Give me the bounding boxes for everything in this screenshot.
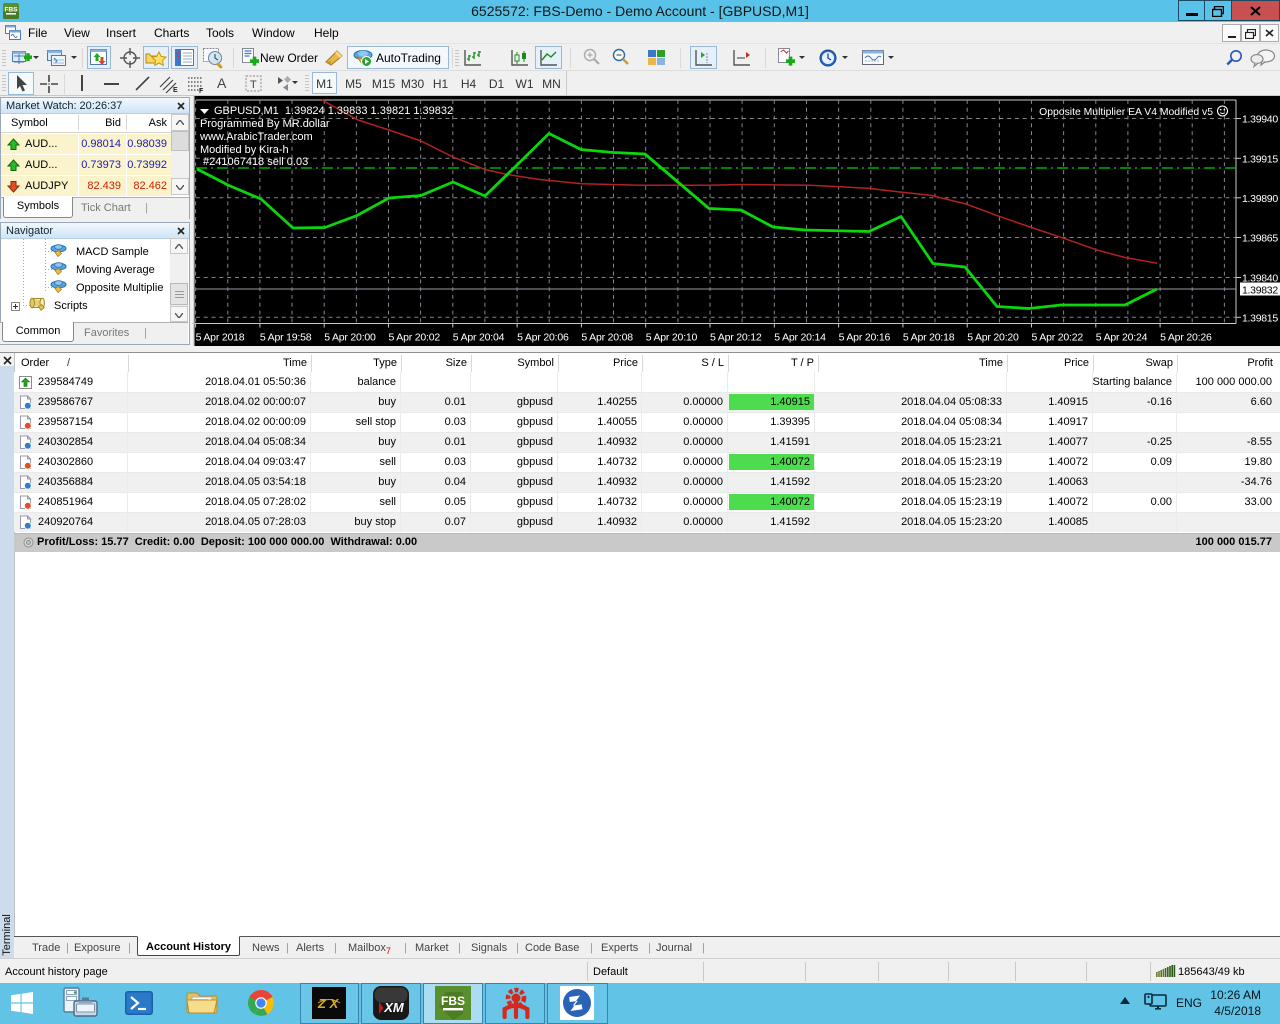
svg-text:5 Apr 20:18: 5 Apr 20:18	[903, 332, 955, 344]
svg-text:5 Apr 20:12: 5 Apr 20:12	[710, 332, 762, 344]
svg-text:1.39815: 1.39815	[1242, 312, 1278, 324]
svg-text:5 Apr 19:58: 5 Apr 19:58	[260, 332, 312, 344]
svg-text:5 Apr 20:02: 5 Apr 20:02	[389, 332, 441, 344]
svg-text:FBS: FBS	[441, 994, 465, 1008]
svg-text:5 Apr 20:00: 5 Apr 20:00	[324, 332, 376, 344]
svg-text:Opposite Multiplier EA V4 Modi: Opposite Multiplier EA V4 Modified v5	[1039, 107, 1213, 118]
svg-text:Z: Z	[317, 996, 327, 1011]
svg-text:1.39915: 1.39915	[1242, 153, 1278, 165]
svg-text:T: T	[250, 79, 257, 91]
svg-text:www.ArabicTrader.com: www.ArabicTrader.com	[199, 131, 313, 143]
svg-text:1.39832: 1.39832	[1242, 285, 1278, 297]
svg-text:5 Apr 20:04: 5 Apr 20:04	[453, 332, 505, 344]
svg-text:XM: XM	[383, 1000, 405, 1015]
svg-text:Modified by Kira-h: Modified by Kira-h	[200, 144, 289, 156]
svg-text:1.39940: 1.39940	[1242, 114, 1278, 126]
svg-text:5 Apr 20:06: 5 Apr 20:06	[517, 332, 569, 344]
svg-text:5 Apr 20:22: 5 Apr 20:22	[1032, 332, 1084, 344]
svg-text:5 Apr 20:20: 5 Apr 20:20	[967, 332, 1019, 344]
svg-text:5 Apr 20:08: 5 Apr 20:08	[581, 332, 633, 344]
svg-text:1.39890: 1.39890	[1242, 193, 1278, 205]
svg-text:X: X	[329, 996, 340, 1011]
svg-text:1.39865: 1.39865	[1242, 233, 1278, 245]
svg-text:5 Apr 2018: 5 Apr 2018	[196, 332, 245, 344]
svg-text:5 Apr 20:16: 5 Apr 20:16	[839, 332, 891, 344]
svg-text:5 Apr 20:14: 5 Apr 20:14	[774, 332, 826, 344]
svg-text:#241067418 sell 0.03: #241067418 sell 0.03	[203, 156, 308, 168]
svg-text:5 Apr 20:24: 5 Apr 20:24	[1096, 332, 1148, 344]
svg-text:F: F	[199, 88, 204, 94]
svg-text:Programmed By MR.dollar: Programmed By MR.dollar	[200, 118, 330, 130]
svg-text:E: E	[173, 87, 178, 94]
svg-text:5 Apr 20:10: 5 Apr 20:10	[646, 332, 698, 344]
svg-text:5 Apr 20:26: 5 Apr 20:26	[1160, 332, 1212, 344]
svg-text:GBPUSD,M1 1.39824 1.39833 1.3: GBPUSD,M1 1.39824 1.39833 1.39821 1.3983…	[214, 105, 453, 117]
